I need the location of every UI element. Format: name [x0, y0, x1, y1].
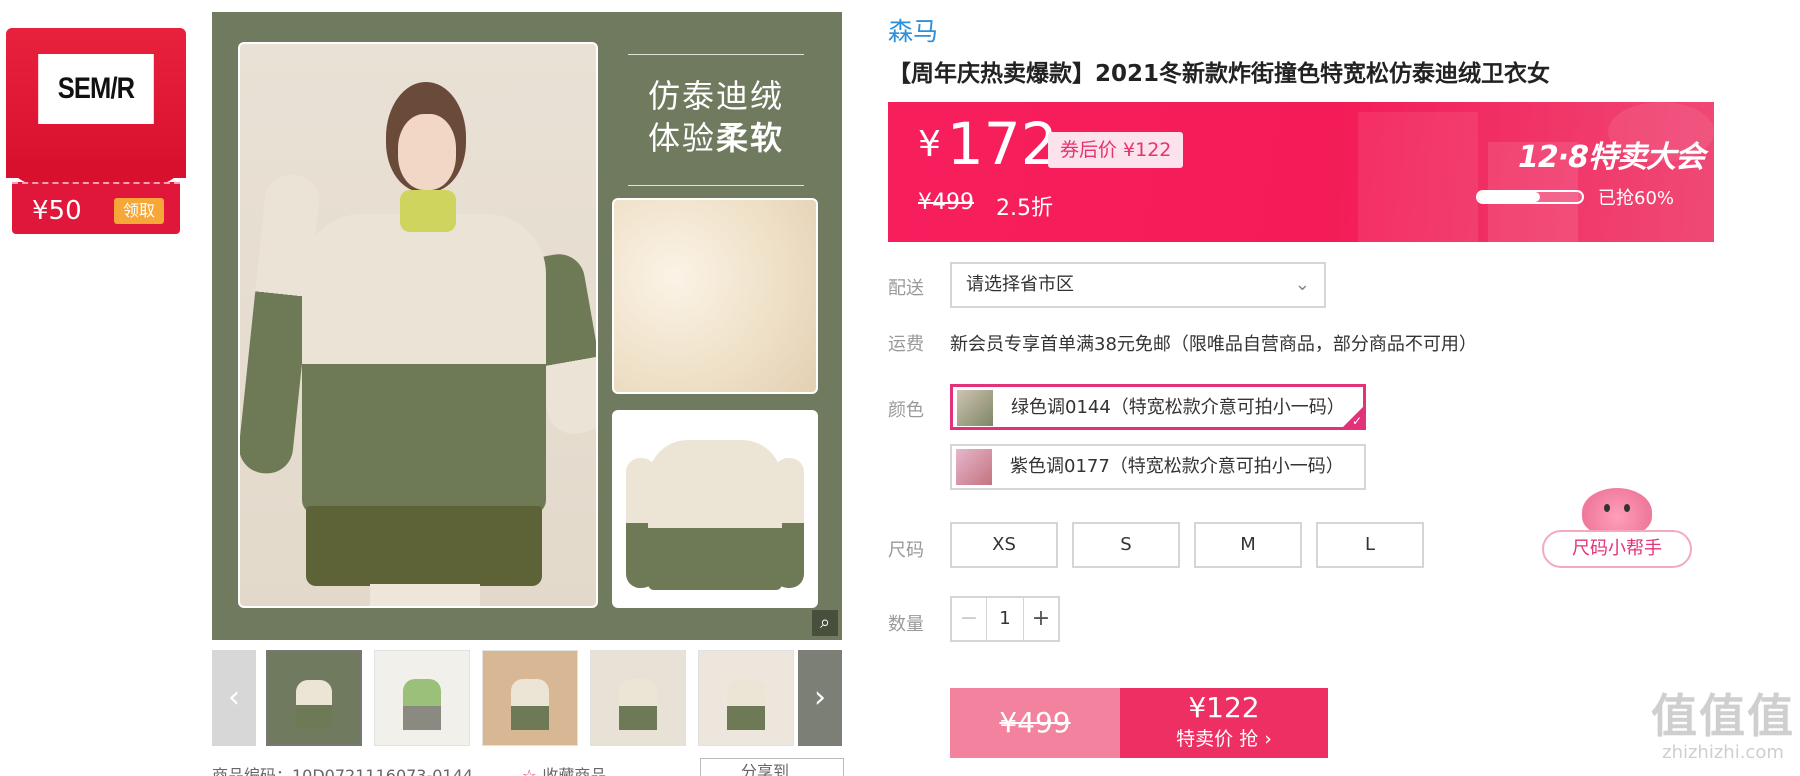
quantity-input[interactable]: 1 — [986, 598, 1024, 640]
size-option-l[interactable]: L — [1316, 522, 1424, 568]
thumbnail[interactable] — [374, 650, 470, 746]
price-banner: ¥172 券后价 ¥122 ¥499 2.5折 12·8特卖大会 已抢60% — [888, 102, 1714, 242]
color-option-label: 紫色调0177（特宽松款介意可拍小一码） — [1010, 456, 1344, 477]
quantity-decrease-button[interactable]: − — [952, 598, 986, 640]
thumbnail-top — [511, 679, 549, 706]
coupon-header: SEM/R — [6, 28, 186, 196]
promo-caption: 仿泰迪绒 体验柔软 — [628, 54, 804, 186]
thumbnail-bottom — [727, 705, 765, 730]
sold-progress-text: 已抢60% — [1598, 188, 1675, 209]
store-coupon[interactable]: SEM/R ¥50 领取 — [6, 28, 186, 234]
promo-line-2a: 体验 — [647, 119, 716, 157]
watermark-site: zhizhizhi.com — [1662, 742, 1784, 763]
product-title: 【周年庆热卖爆款】2021冬新款炸街撞色特宽松仿泰迪绒卫衣女 — [888, 61, 1551, 87]
favorite-button[interactable]: 收藏商品 — [522, 762, 606, 776]
banner-decoration — [1358, 112, 1478, 242]
color-option-purple[interactable]: 紫色调0177（特宽松款介意可拍小一码） — [950, 444, 1366, 490]
size-option-xs[interactable]: XS — [950, 522, 1058, 568]
product-bottom — [648, 528, 782, 590]
size-option-m[interactable]: M — [1194, 522, 1302, 568]
thumbnail-strip: ‹ › — [212, 650, 842, 746]
model-face — [398, 114, 456, 190]
thumbnail[interactable] — [266, 650, 362, 746]
color-label: 颜色 — [888, 400, 924, 421]
mascot-eye — [1604, 504, 1610, 512]
model-photo — [238, 42, 598, 608]
chevron-down-icon: ⌄ — [1294, 274, 1310, 295]
promo-line-2: 体验柔软 — [628, 117, 804, 159]
site-watermark: 值值值 zhizhizhi.com — [1648, 690, 1798, 770]
model-legs — [370, 584, 480, 606]
size-option-s[interactable]: S — [1072, 522, 1180, 568]
coupon-footer: ¥50 领取 — [12, 182, 180, 234]
thumbnail-top — [403, 679, 441, 706]
buy-now-button[interactable]: ¥122 特卖价 抢 › — [1120, 688, 1328, 758]
product-flat-photo — [612, 410, 818, 608]
discount-rate: 2.5折 — [996, 196, 1053, 221]
sweater-bottom — [302, 364, 546, 514]
product-meta-row: 商品编码：10D0721116073-0144 收藏商品 分享到 — [212, 758, 852, 776]
thumbnail[interactable] — [482, 650, 578, 746]
shipping-label: 配送 — [888, 278, 924, 299]
thumbnail-bottom — [295, 705, 333, 730]
thumbnail-top — [295, 679, 333, 706]
fabric-closeup-photo — [612, 198, 818, 394]
size-label: 尺码 — [888, 540, 924, 561]
fee-label: 运费 — [888, 334, 924, 355]
region-select[interactable]: 请选择省市区 ⌄ — [950, 262, 1326, 308]
skirt — [306, 506, 542, 586]
currency-symbol: ¥ — [918, 124, 941, 165]
mascot-icon — [1582, 488, 1652, 536]
promo-line-1: 仿泰迪绒 — [647, 77, 784, 115]
shipping-fee-text: 新会员专享首单满38元免邮（限唯品自营商品，部分商品不可用） — [950, 334, 1477, 355]
price-value: 172 — [946, 110, 1058, 178]
color-swatch-thumbnail — [957, 390, 993, 426]
claim-coupon-button[interactable]: 领取 — [114, 198, 164, 224]
mascot-eye — [1624, 504, 1630, 512]
original-price: ¥499 — [918, 190, 974, 215]
thumbnail-top — [619, 679, 657, 706]
brand-link[interactable]: 森马 — [888, 12, 938, 48]
sweater-top — [302, 214, 546, 374]
region-select-placeholder: 请选择省市区 — [966, 274, 1074, 295]
coupon-amount: ¥50 — [32, 196, 82, 226]
buy-now-price: ¥122 — [1188, 691, 1260, 724]
color-swatch-thumbnail — [956, 449, 992, 485]
quantity-increase-button[interactable]: + — [1024, 598, 1058, 640]
thumbnail-bottom — [511, 705, 549, 730]
main-product-image[interactable]: 仿泰迪绒 体验柔软 ⌕ — [212, 12, 842, 640]
magnifier-icon[interactable]: ⌕ — [812, 610, 838, 636]
color-option-label: 绿色调0144（特宽松款介意可拍小一码） — [1011, 397, 1345, 418]
chevron-left-icon[interactable]: ‹ — [212, 650, 256, 746]
event-title: 12·8特卖大会 — [1518, 140, 1705, 175]
current-price: ¥172 — [918, 110, 1058, 178]
thumbnail[interactable] — [590, 650, 686, 746]
watermark-logo: 值值值 — [1651, 689, 1795, 743]
sweater-collar — [400, 190, 456, 232]
thumbnail-bottom — [403, 705, 441, 730]
quantity-label: 数量 — [888, 614, 924, 635]
quantity-stepper: − 1 + — [950, 596, 1060, 642]
after-coupon-price-badge: 券后价 ¥122 — [1048, 132, 1184, 168]
share-button[interactable]: 分享到 — [700, 758, 844, 776]
promo-line-2b: 柔软 — [716, 119, 785, 157]
check-icon: ✓ — [1351, 414, 1362, 428]
product-top — [648, 440, 782, 530]
buy-now-label: 特卖价 抢 › — [1176, 728, 1272, 750]
brand-logo: SEM/R — [38, 54, 154, 124]
size-helper-button[interactable]: 尺码小帮手 — [1542, 530, 1692, 568]
thumbnail[interactable] — [698, 650, 794, 746]
size-helper[interactable]: 尺码小帮手 — [1542, 488, 1692, 568]
thumbnail-bottom — [619, 705, 657, 730]
original-price-button[interactable]: ¥499 — [950, 688, 1120, 758]
sold-progress-fill — [1478, 192, 1541, 202]
thumbnail-top — [727, 679, 765, 706]
item-number: 商品编码：10D0721116073-0144 — [212, 766, 473, 776]
chevron-right-icon[interactable]: › — [798, 650, 842, 746]
color-option-green[interactable]: 绿色调0144（特宽松款介意可拍小一码） ✓ — [950, 384, 1366, 430]
sold-progress-bar — [1476, 190, 1584, 204]
